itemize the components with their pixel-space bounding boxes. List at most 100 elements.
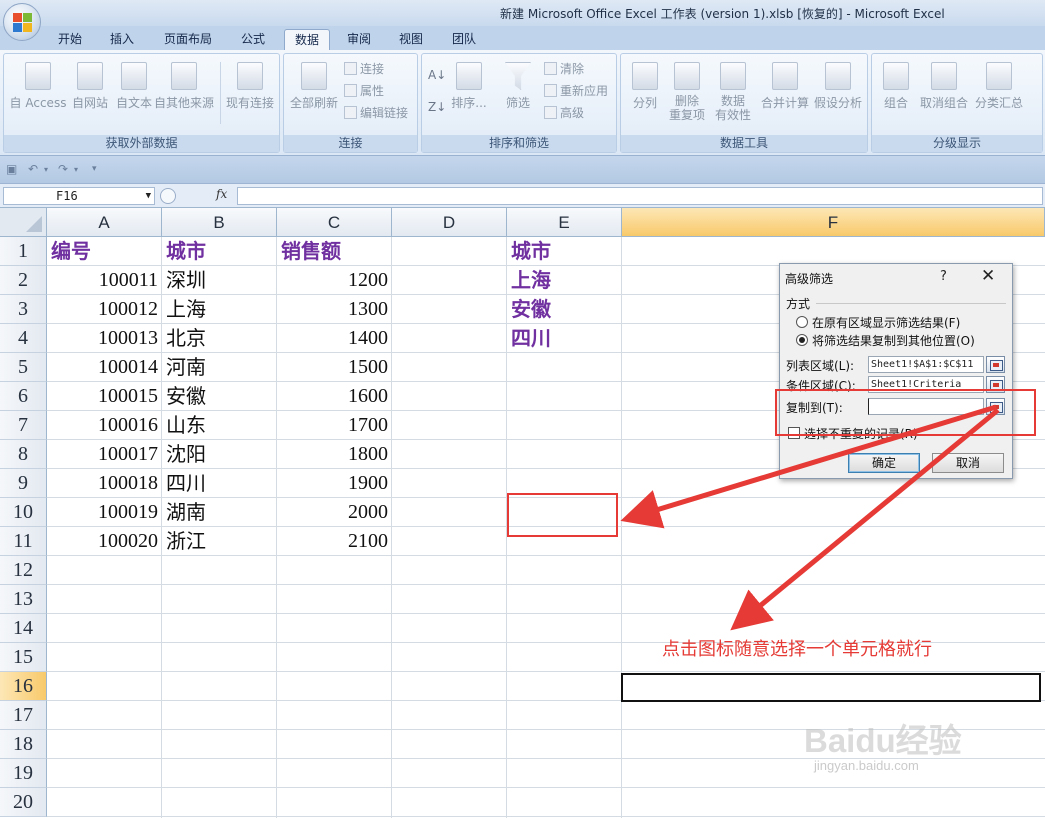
sort-descending-button[interactable]: Z↓ <box>428 100 446 114</box>
cell-a7[interactable]: 100016 <box>47 411 162 440</box>
cancel-button[interactable]: 取消 <box>932 453 1004 473</box>
cell-c6[interactable]: 1600 <box>277 382 392 411</box>
cell-a10[interactable]: 100019 <box>47 498 162 527</box>
tab-review[interactable]: 审阅 <box>337 29 381 50</box>
cell-c8[interactable]: 1800 <box>277 440 392 469</box>
tab-view[interactable]: 视图 <box>389 29 433 50</box>
sort-ascending-button[interactable]: A↓ <box>428 68 446 82</box>
list-range-input[interactable]: Sheet1!$A$1:$C$11 <box>868 356 984 373</box>
close-icon[interactable]: ✕ <box>981 266 995 286</box>
from-other-sources-button[interactable]: 自其他来源 <box>152 62 216 111</box>
ok-button[interactable]: 确定 <box>848 453 920 473</box>
data-validation-button[interactable]: 数据 有效性 <box>709 62 757 122</box>
cell-b11[interactable]: 浙江 <box>162 527 277 556</box>
save-icon[interactable]: ▣ <box>6 162 17 176</box>
name-box[interactable]: F16 ▼ <box>3 187 155 205</box>
cell-e2[interactable]: 上海 <box>507 266 622 295</box>
active-cell-f16[interactable] <box>621 673 1041 702</box>
cell-a9[interactable]: 100018 <box>47 469 162 498</box>
cell-b6[interactable]: 安徽 <box>162 382 277 411</box>
tab-team[interactable]: 团队 <box>442 29 486 50</box>
row-header-20[interactable]: 20 <box>0 788 47 817</box>
cell-b4[interactable]: 北京 <box>162 324 277 353</box>
cell-b3[interactable]: 上海 <box>162 295 277 324</box>
row-header-2[interactable]: 2 <box>0 266 47 295</box>
row-header-15[interactable]: 15 <box>0 643 47 672</box>
cell-b9[interactable]: 四川 <box>162 469 277 498</box>
cell-b1[interactable]: 城市 <box>162 237 277 266</box>
list-range-collapse-icon[interactable] <box>986 356 1005 373</box>
cell-e4[interactable]: 四川 <box>507 324 622 353</box>
row-header-18[interactable]: 18 <box>0 730 47 759</box>
row-header-6[interactable]: 6 <box>0 382 47 411</box>
cell-a11[interactable]: 100020 <box>47 527 162 556</box>
cell-a2[interactable]: 100011 <box>47 266 162 295</box>
row-header-12[interactable]: 12 <box>0 556 47 585</box>
customize-toolbar-icon[interactable]: ▾ <box>92 164 97 174</box>
row-header-16[interactable]: 16 <box>0 672 47 701</box>
remove-duplicates-button[interactable]: 删除 重复项 <box>665 62 709 122</box>
cell-c4[interactable]: 1400 <box>277 324 392 353</box>
help-icon[interactable]: ? <box>940 269 947 284</box>
subtotal-button[interactable]: 分类汇总 <box>972 62 1026 111</box>
tab-insert[interactable]: 插入 <box>100 29 144 50</box>
cell-a5[interactable]: 100014 <box>47 353 162 382</box>
consolidate-button[interactable]: 合并计算 <box>759 62 811 111</box>
insert-function-icon[interactable]: fx <box>216 187 227 201</box>
row-header-3[interactable]: 3 <box>0 295 47 324</box>
cell-c3[interactable]: 1300 <box>277 295 392 324</box>
undo-dropdown-icon[interactable]: ▾ <box>44 165 48 174</box>
filter-button[interactable]: 筛选 <box>498 62 538 111</box>
row-header-1[interactable]: 1 <box>0 237 47 266</box>
cell-e3[interactable]: 安徽 <box>507 295 622 324</box>
redo-dropdown-icon[interactable]: ▾ <box>74 165 78 174</box>
formula-input[interactable] <box>237 187 1043 205</box>
connections-button[interactable]: 连接 <box>344 60 384 77</box>
radio-copy-to-location[interactable] <box>796 334 808 346</box>
ungroup-button[interactable]: 取消组合 <box>916 62 972 111</box>
cell-c2[interactable]: 1200 <box>277 266 392 295</box>
cell-a3[interactable]: 100012 <box>47 295 162 324</box>
cell-b2[interactable]: 深圳 <box>162 266 277 295</box>
cell-b10[interactable]: 湖南 <box>162 498 277 527</box>
tab-data[interactable]: 数据 <box>284 29 331 50</box>
row-header-5[interactable]: 5 <box>0 353 47 382</box>
cell-a8[interactable]: 100017 <box>47 440 162 469</box>
row-header-7[interactable]: 7 <box>0 411 47 440</box>
group-button[interactable]: 组合 <box>876 62 916 111</box>
row-header-14[interactable]: 14 <box>0 614 47 643</box>
cell-b7[interactable]: 山东 <box>162 411 277 440</box>
from-text-button[interactable]: 自文本 <box>110 62 158 111</box>
clear-filter-button[interactable]: 清除 <box>544 60 584 77</box>
redo-icon[interactable]: ↷ <box>58 162 68 176</box>
radio-filter-in-place[interactable] <box>796 316 808 328</box>
cell-c9[interactable]: 1900 <box>277 469 392 498</box>
edit-links-button[interactable]: 编辑链接 <box>344 104 408 121</box>
row-header-4[interactable]: 4 <box>0 324 47 353</box>
cell-c1[interactable]: 销售额 <box>277 237 392 266</box>
select-all-corner[interactable] <box>0 208 47 237</box>
existing-connections-button[interactable]: 现有连接 <box>222 62 278 111</box>
undo-icon[interactable]: ↶ <box>28 162 38 176</box>
cell-b5[interactable]: 河南 <box>162 353 277 382</box>
sort-button[interactable]: 排序... <box>448 62 490 111</box>
cell-a4[interactable]: 100013 <box>47 324 162 353</box>
row-header-8[interactable]: 8 <box>0 440 47 469</box>
refresh-all-button[interactable]: 全部刷新 <box>286 62 342 111</box>
column-header-a[interactable]: A <box>47 208 162 237</box>
reapply-button[interactable]: 重新应用 <box>544 82 608 99</box>
tab-home[interactable]: 开始 <box>48 29 92 50</box>
from-access-button[interactable]: 自 Access <box>8 62 68 111</box>
cell-c11[interactable]: 2100 <box>277 527 392 556</box>
what-if-analysis-button[interactable]: 假设分析 <box>811 62 865 111</box>
cell-a1[interactable]: 编号 <box>47 237 162 266</box>
row-header-19[interactable]: 19 <box>0 759 47 788</box>
text-to-columns-button[interactable]: 分列 <box>625 62 665 111</box>
tab-formulas[interactable]: 公式 <box>231 29 275 50</box>
column-header-e[interactable]: E <box>507 208 622 237</box>
row-header-11[interactable]: 11 <box>0 527 47 556</box>
properties-button[interactable]: 属性 <box>344 82 384 99</box>
row-header-13[interactable]: 13 <box>0 585 47 614</box>
column-header-f[interactable]: F <box>622 208 1045 237</box>
cell-b8[interactable]: 沈阳 <box>162 440 277 469</box>
